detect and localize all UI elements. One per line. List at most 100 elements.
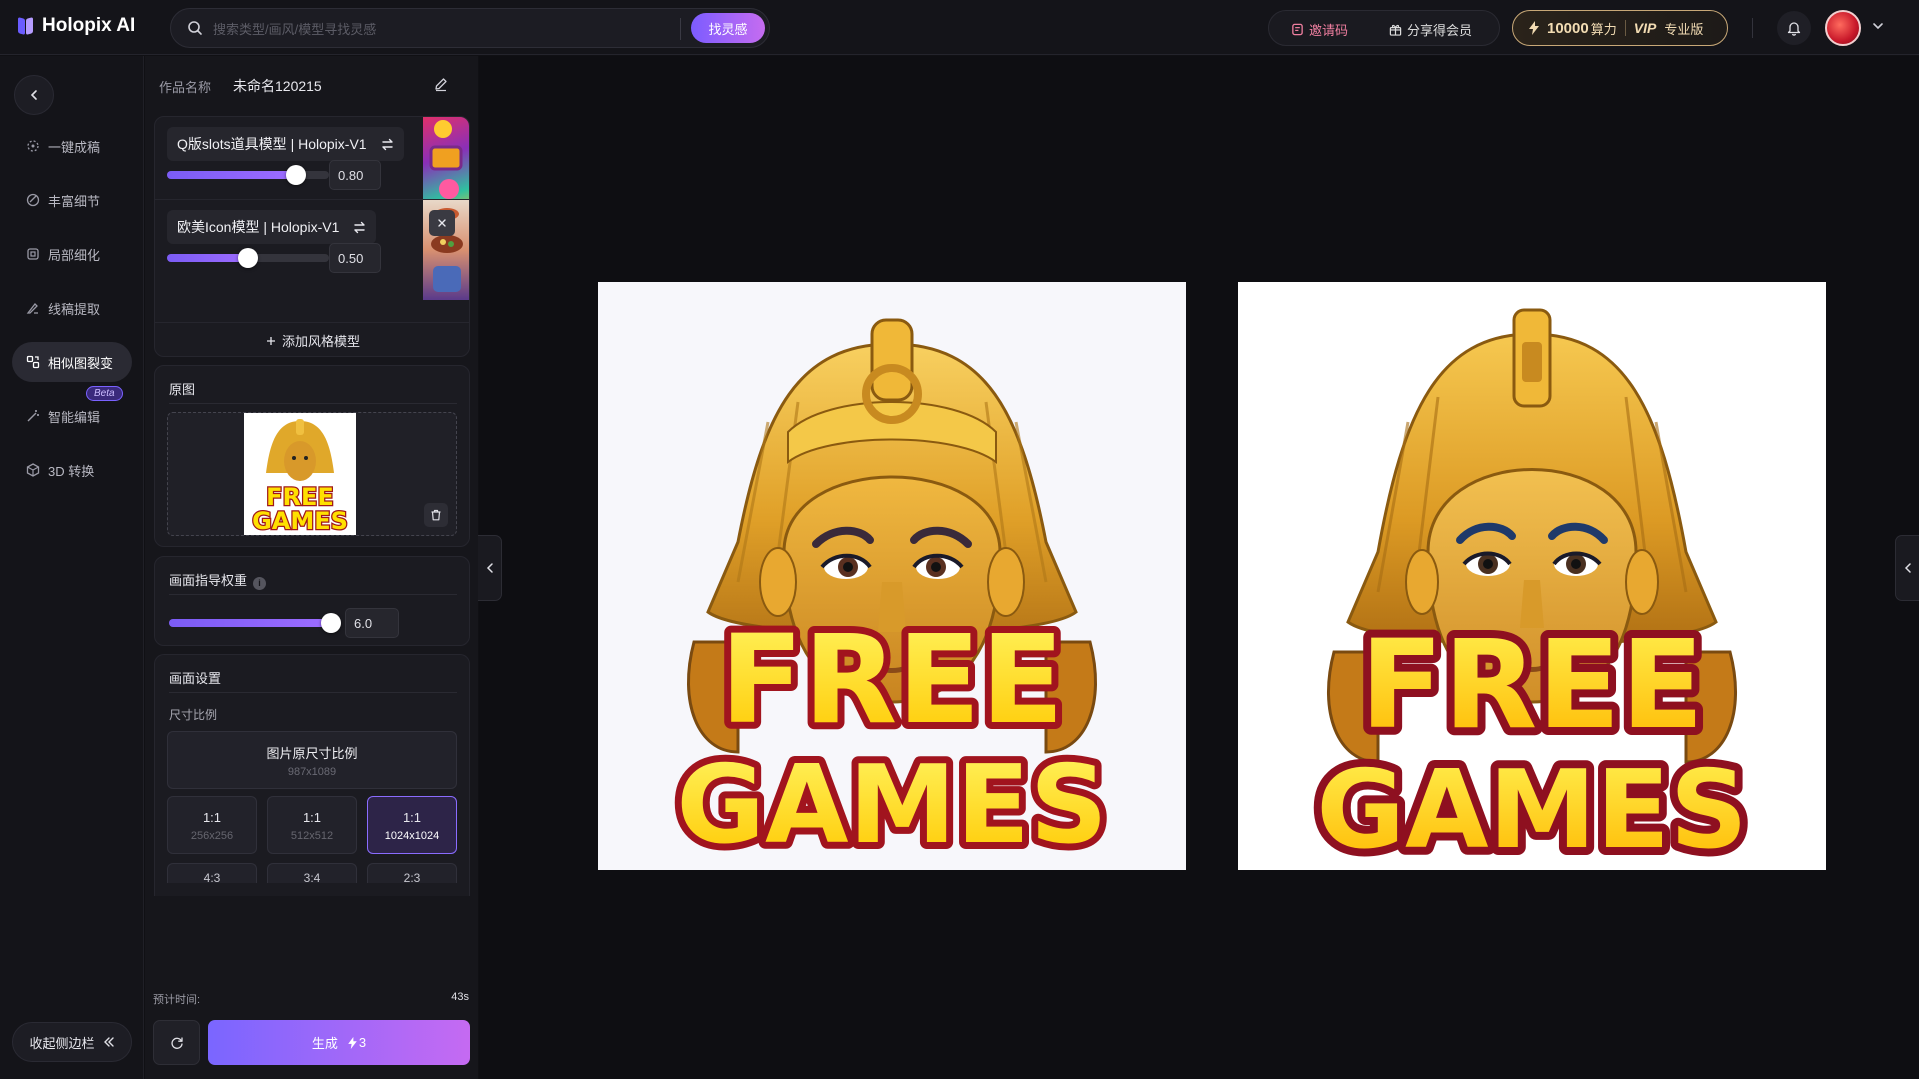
guidance-title: 画面指导权重 i — [169, 570, 267, 590]
collapse-panel-handle[interactable] — [478, 535, 502, 601]
invite-code-label: 邀请码 — [1309, 23, 1349, 38]
image-text-free: FREE — [1360, 614, 1704, 756]
info-icon[interactable]: i — [253, 576, 267, 590]
ratio-option[interactable]: 3:4 — [267, 863, 357, 883]
guidance-weight-card: 画面指导权重 i 6.0 — [154, 556, 470, 646]
settings-title: 画面设置 — [169, 671, 222, 686]
model-weight-slider[interactable] — [167, 165, 329, 185]
guidance-slider[interactable] — [169, 613, 341, 633]
ratio-original-size: 987x1089 — [287, 766, 337, 778]
result-image[interactable]: FREE GAMES — [598, 282, 1186, 870]
ratio-label: 1:1 — [202, 810, 222, 825]
ratio-label: 1:1 — [402, 810, 422, 825]
logo-text: Holopix AI — [42, 15, 136, 36]
find-inspiration-button[interactable]: 找灵感 — [691, 13, 765, 43]
ratio-option[interactable]: 4:3 — [167, 863, 257, 883]
nav-item-line-art[interactable]: 线稿提取 — [12, 288, 132, 328]
swap-icon[interactable] — [381, 138, 394, 151]
top-divider — [1752, 18, 1753, 38]
model-weight-slider[interactable] — [167, 248, 329, 268]
expand-right-panel-handle[interactable] — [1895, 535, 1919, 601]
crop-icon — [27, 248, 39, 260]
collapse-sidebar-label: 收起侧边栏 — [29, 1035, 95, 1051]
swap-icon[interactable] — [353, 221, 366, 234]
search-bar: 找灵感 — [170, 8, 770, 48]
vip-label: 专业版 — [1664, 21, 1704, 37]
ratio-size: 1024x1024 — [384, 830, 440, 842]
notification-button[interactable] — [1777, 11, 1811, 45]
app-logo[interactable]: Holopix AI — [18, 15, 135, 37]
slider-fill — [169, 619, 333, 627]
generate-button[interactable]: 生成 3 — [208, 1020, 470, 1065]
slider-knob[interactable] — [321, 613, 341, 633]
thumbnail-text-games: GAMES — [252, 507, 348, 535]
ratio-original[interactable]: 图片原尺寸比例 987x1089 — [167, 731, 457, 789]
guidance-title-text: 画面指导权重 — [169, 573, 248, 588]
nav-item-local-refine[interactable]: 局部细化 — [12, 234, 132, 274]
work-name-value[interactable]: 未命名120215 — [233, 76, 322, 96]
nav-item-label: 智能编辑 — [48, 409, 101, 425]
plus-icon — [266, 336, 275, 345]
slider-knob[interactable] — [286, 165, 306, 185]
nav-item-similar-image[interactable]: 相似图裂变 — [12, 342, 132, 382]
original-image-upload[interactable]: FREE GAMES — [167, 412, 457, 536]
beta-badge: Beta — [86, 386, 123, 401]
pharaoh-thumbnail: FREE GAMES — [244, 413, 356, 535]
model-weight-value[interactable]: 0.80 — [329, 160, 381, 190]
back-button[interactable] — [14, 75, 54, 115]
close-icon — [438, 219, 446, 227]
canvas-settings-card: 画面设置 尺寸比例 图片原尺寸比例 987x1089 1:1 256x256 1… — [154, 654, 470, 896]
collapse-sidebar-button[interactable]: 收起侧边栏 — [12, 1022, 132, 1062]
model-name-box[interactable]: Q版slots道具模型 | Holopix-V1 — [167, 127, 404, 161]
guidance-value-text: 6.0 — [354, 615, 373, 631]
model-weight-value[interactable]: 0.50 — [329, 243, 381, 273]
image-text-games: GAMES — [1316, 748, 1747, 870]
model-row: 欧美Icon模型 | Holopix-V1 0.50 — [155, 199, 469, 300]
ratio-option[interactable]: 2:3 — [367, 863, 457, 883]
search-input[interactable] — [213, 19, 633, 39]
remove-model-button[interactable] — [429, 210, 455, 236]
style-models-card: Q版slots道具模型 | Holopix-V1 0.80 欧美Icon模型 |… — [154, 116, 470, 357]
power-unit: 算力 — [1590, 21, 1617, 37]
power-value: 10000 — [1547, 19, 1589, 37]
image-text-free: FREE — [720, 609, 1064, 751]
work-name-label: 作品名称 — [159, 80, 212, 95]
model-name: Q版slots道具模型 | Holopix-V1 — [177, 136, 367, 152]
ratio-option[interactable]: 1:1 256x256 — [167, 796, 257, 854]
share-membership-button[interactable]: 分享得会员 — [1389, 20, 1472, 39]
ratio-original-label: 图片原尺寸比例 — [266, 746, 358, 761]
divider — [169, 594, 457, 595]
user-avatar[interactable] — [1825, 10, 1861, 46]
add-style-label: 添加风格模型 — [281, 334, 360, 349]
invite-share-group: 邀请码 分享得会员 — [1268, 10, 1500, 46]
bell-icon — [1787, 21, 1801, 36]
nav-item-smart-edit[interactable]: 智能编辑 — [12, 396, 132, 436]
nav-item-label: 丰富细节 — [48, 193, 101, 209]
vip-power-button[interactable]: 10000 算力 VIP 专业版 — [1512, 10, 1728, 46]
gift-card-icon — [1292, 23, 1303, 36]
ratio-option[interactable]: 1:1 512x512 — [267, 796, 357, 854]
double-chevron-left-icon — [103, 1037, 114, 1047]
nav-item-enrich-detail[interactable]: 丰富细节 — [12, 180, 132, 220]
chevron-left-icon — [486, 563, 493, 573]
add-style-model-button[interactable]: 添加风格模型 — [155, 322, 469, 356]
chevron-left-icon — [30, 90, 37, 100]
result-image[interactable]: FREE GAMES — [1238, 282, 1826, 870]
slider-knob[interactable] — [238, 248, 258, 268]
edit-icon[interactable] — [433, 76, 449, 92]
ratio-option-selected[interactable]: 1:1 1024x1024 — [367, 796, 457, 854]
guidance-value[interactable]: 6.0 — [345, 608, 399, 638]
original-image-card: 原图 FREE GAMES — [154, 365, 470, 547]
divider — [169, 692, 457, 693]
nav-item-one-click[interactable]: 一键成稿 — [12, 126, 132, 166]
ratio-size: 256x256 — [190, 830, 234, 842]
ratio-label: 1:1 — [302, 810, 322, 825]
delete-image-button[interactable] — [424, 503, 448, 527]
model-name-box[interactable]: 欧美Icon模型 | Holopix-V1 — [167, 210, 377, 244]
generate-cost-value: 3 — [358, 1035, 367, 1050]
chevron-down-icon[interactable] — [1872, 20, 1884, 32]
nav-item-label: 线稿提取 — [48, 301, 101, 317]
reset-button[interactable] — [153, 1020, 200, 1065]
nav-item-3d-convert[interactable]: 3D 转换 — [12, 450, 132, 490]
invite-code-button[interactable]: 邀请码 — [1291, 20, 1348, 39]
